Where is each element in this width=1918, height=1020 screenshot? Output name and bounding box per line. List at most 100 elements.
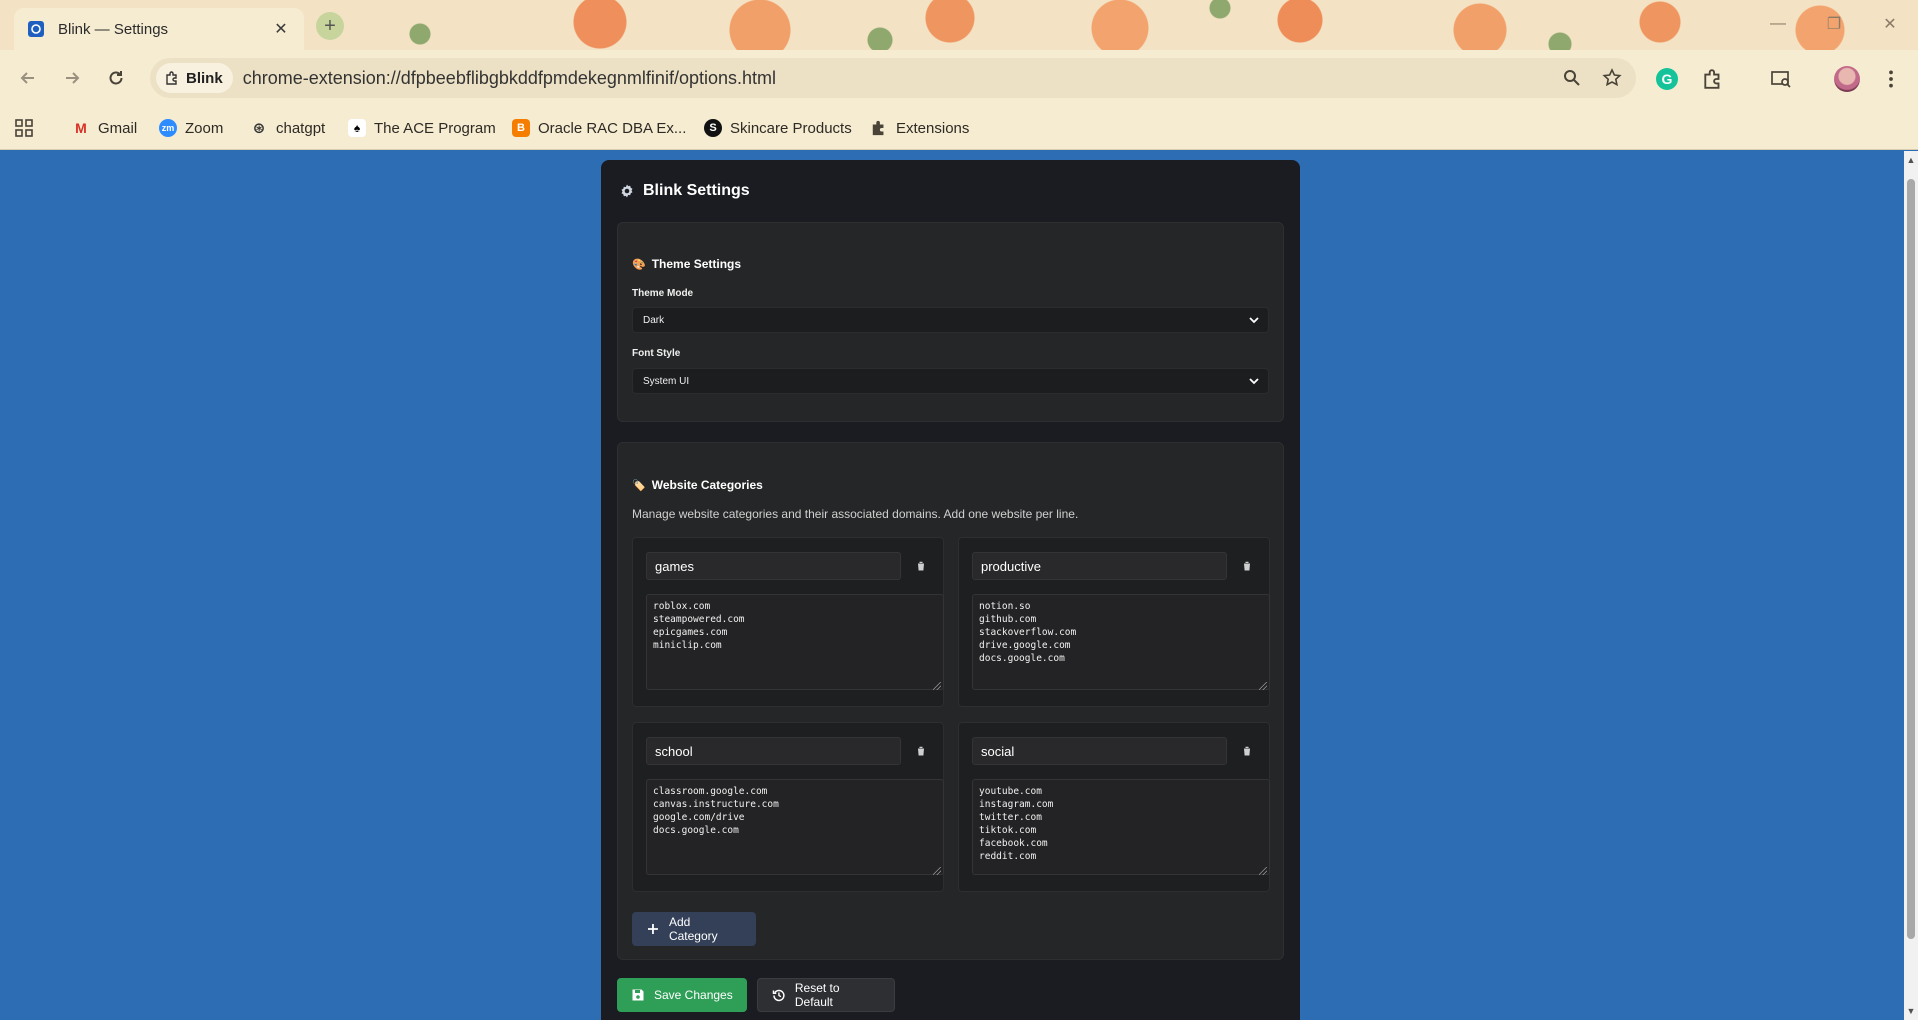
bookmark-zoom[interactable]: zm Zoom (159, 116, 223, 140)
resize-handle[interactable] (1259, 867, 1267, 875)
blogger-icon: B (512, 119, 530, 137)
profile-avatar[interactable] (1832, 64, 1862, 94)
address-bar[interactable]: Blink chrome-extension://dfpbeebflibgbkd… (150, 58, 1636, 98)
category-card: games roblox.com steampowered.com epicga… (632, 537, 944, 707)
chevron-down-icon (1249, 378, 1259, 385)
settings-panel: Blink Settings 🎨 Theme Settings Theme Mo… (601, 160, 1300, 1020)
gmail-icon: M (75, 120, 87, 136)
bookmark-extensions[interactable]: Extensions (870, 116, 969, 140)
bookmark-star-icon[interactable] (1596, 62, 1628, 94)
menu-kebab-icon[interactable] (1876, 64, 1906, 94)
font-style-label: Font Style (632, 348, 681, 359)
history-icon (772, 989, 785, 1002)
bookmark-label: chatgpt (276, 119, 326, 137)
scroll-thumb[interactable] (1907, 179, 1915, 939)
gear-icon (621, 184, 633, 198)
blink-favicon-icon (28, 21, 44, 37)
chevron-down-icon (1249, 317, 1259, 324)
trash-icon[interactable] (1239, 743, 1255, 759)
browser-tab[interactable]: Blink — Settings ✕ (14, 8, 304, 50)
page-scrollbar[interactable]: ▲ ▼ (1904, 151, 1918, 1020)
bookmark-label: The ACE Program (374, 119, 496, 137)
bookmark-label: Extensions (896, 119, 970, 137)
bookmark-oracle[interactable]: B Oracle RAC DBA Ex... (512, 116, 686, 140)
category-sites-textarea[interactable]: roblox.com steampowered.com epicgames.co… (646, 594, 944, 690)
theme-settings-heading: 🎨 Theme Settings (632, 257, 741, 271)
reload-icon[interactable] (102, 64, 130, 92)
category-card: productive notion.so github.com stackove… (958, 537, 1270, 707)
theme-mode-select[interactable]: Dark (632, 307, 1269, 333)
scroll-down-icon[interactable]: ▼ (1906, 1006, 1916, 1016)
apps-grid-icon[interactable] (14, 116, 34, 140)
website-categories-section: 🏷️ Website Categories Manage website cat… (617, 442, 1284, 960)
bookmark-label: Skincare Products (730, 119, 852, 137)
category-sites-textarea[interactable]: notion.so github.com stackoverflow.com d… (972, 594, 1270, 690)
zoom-icon: zm (159, 119, 177, 137)
chatgpt-icon: ⊛ (252, 120, 266, 137)
font-style-value: System UI (643, 375, 690, 387)
tab-title: Blink — Settings (58, 20, 169, 38)
forward-icon[interactable] (58, 64, 86, 92)
resize-handle[interactable] (1259, 682, 1267, 690)
trash-icon[interactable] (1239, 558, 1255, 574)
add-category-button[interactable]: Add Category (632, 912, 756, 946)
resize-handle[interactable] (933, 867, 941, 875)
bookmark-chatgpt[interactable]: ⊛ chatgpt (250, 116, 326, 140)
scroll-up-icon[interactable]: ▲ (1906, 155, 1916, 165)
site-chip-label: Blink (186, 69, 223, 87)
category-sites-textarea[interactable]: classroom.google.com canvas.instructure.… (646, 779, 944, 875)
tab-search-icon[interactable] (1766, 64, 1796, 94)
puzzle-icon (166, 71, 177, 85)
browser-titlebar: Blink — Settings ✕ + — ❐ ✕ (0, 0, 1918, 50)
bookmark-skincare[interactable]: S Skincare Products (704, 116, 852, 140)
resize-handle[interactable] (933, 682, 941, 690)
floppy-disk-icon (632, 989, 644, 1001)
close-tab-icon[interactable]: ✕ (272, 20, 290, 38)
trash-icon[interactable] (913, 558, 929, 574)
category-name-input[interactable]: games (646, 552, 901, 580)
category-name-input[interactable]: productive (972, 552, 1227, 580)
save-changes-button[interactable]: Save Changes (617, 978, 747, 1012)
bookmark-gmail[interactable]: M Gmail (72, 116, 137, 140)
close-window-icon[interactable]: ✕ (1878, 12, 1902, 36)
font-style-select[interactable]: System UI (632, 368, 1269, 394)
reset-default-button[interactable]: Reset to Default (757, 978, 895, 1012)
category-card: social youtube.com instagram.com twitter… (958, 722, 1270, 892)
theme-heading-text: Theme Settings (651, 257, 742, 271)
bookmark-ace[interactable]: ♠ The ACE Program (348, 116, 496, 140)
grammarly-icon[interactable]: G (1652, 64, 1682, 94)
new-tab-button[interactable]: + (316, 12, 344, 40)
trash-icon[interactable] (913, 743, 929, 759)
theme-mode-label: Theme Mode (632, 288, 694, 299)
bookmark-label: Gmail (98, 119, 138, 137)
url-text[interactable]: chrome-extension://dfpbeebflibgbkddfpmde… (243, 68, 1556, 89)
category-name-input[interactable]: social (972, 737, 1227, 765)
zoom-magnifier-icon[interactable] (1556, 62, 1588, 94)
palette-icon: 🎨 (632, 258, 646, 271)
minimize-icon[interactable]: — (1766, 12, 1790, 36)
add-category-label: Add Category (668, 915, 718, 943)
categories-description: Manage website categories and their asso… (632, 507, 1079, 521)
plus-icon (647, 924, 658, 934)
page-title: Blink Settings (619, 182, 750, 200)
save-changes-label: Save Changes (654, 988, 733, 1002)
extensions-icon[interactable] (1698, 64, 1728, 94)
skincare-icon: S (704, 119, 722, 137)
page-title-text: Blink Settings (643, 182, 750, 199)
category-name-input[interactable]: school (646, 737, 901, 765)
back-icon[interactable] (14, 64, 42, 92)
bookmarks-bar: M Gmail zm Zoom ⊛ chatgpt ♠ The ACE Prog… (0, 106, 1918, 150)
category-sites-textarea[interactable]: youtube.com instagram.com twitter.com ti… (972, 779, 1270, 875)
tag-icon: 🏷️ (632, 479, 646, 492)
bookmark-label: Oracle RAC DBA Ex... (538, 119, 687, 137)
category-card: school classroom.google.com canvas.instr… (632, 722, 944, 892)
site-info-chip[interactable]: Blink (156, 63, 233, 93)
theme-mode-value: Dark (643, 314, 665, 326)
bookmark-label: Zoom (185, 119, 224, 137)
browser-toolbar: Blink chrome-extension://dfpbeebflibgbkd… (0, 50, 1918, 106)
categories-heading: 🏷️ Website Categories (632, 478, 763, 492)
restore-icon[interactable]: ❐ (1822, 12, 1846, 36)
theme-settings-section: 🎨 Theme Settings Theme Mode Dark Font St… (617, 222, 1284, 422)
ace-icon: ♠ (348, 119, 366, 137)
reset-default-label: Reset to Default (794, 981, 840, 1009)
